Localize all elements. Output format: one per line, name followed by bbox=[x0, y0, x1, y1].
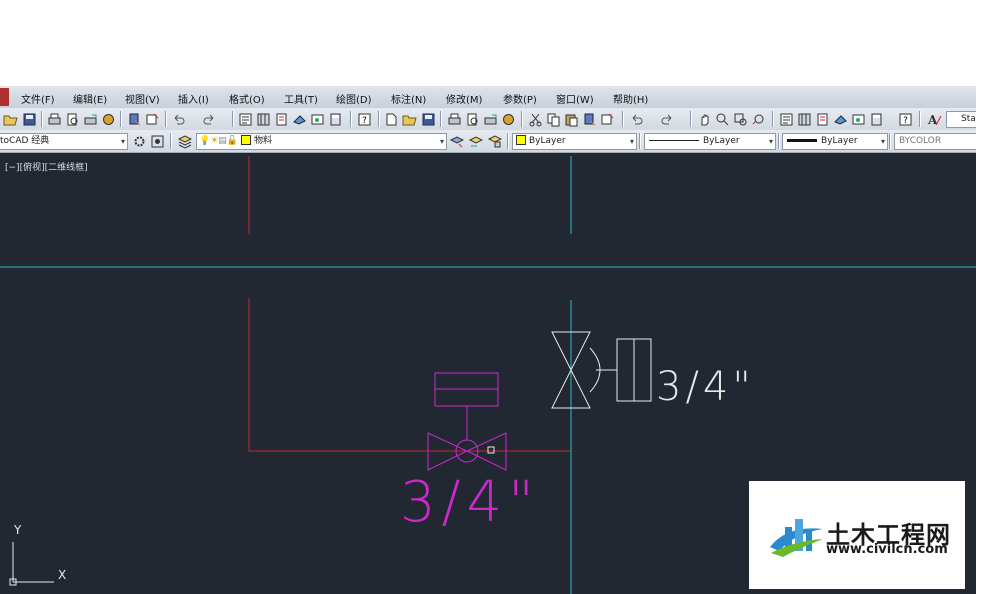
text-style-icon[interactable]: A bbox=[926, 111, 943, 128]
layer-previous-icon[interactable] bbox=[467, 133, 484, 150]
menu-parameter[interactable]: 参数(P) bbox=[503, 91, 537, 106]
layer-select[interactable]: 💡☀▤🔓 物料 ▾ bbox=[196, 133, 447, 150]
svg-text:?: ? bbox=[903, 116, 908, 126]
print-preview-icon[interactable] bbox=[64, 111, 81, 128]
paste-icon[interactable] bbox=[563, 111, 580, 128]
block-edit-icon[interactable] bbox=[599, 111, 616, 128]
publish-dwf-icon[interactable] bbox=[482, 111, 499, 128]
menu-window[interactable]: 窗口(W) bbox=[556, 91, 594, 106]
ucs-icon bbox=[9, 542, 54, 586]
design-center2-icon[interactable] bbox=[796, 111, 813, 128]
match-prop-icon[interactable] bbox=[581, 111, 598, 128]
redo2-icon[interactable] bbox=[659, 111, 676, 128]
standard-toolbar: ? ? A Sta bbox=[0, 108, 976, 131]
help-icon[interactable]: ? bbox=[356, 111, 373, 128]
watermark-logo: 土木工程网 www.civilcn.com bbox=[749, 481, 965, 589]
color-select[interactable]: ByLayer ▾ bbox=[512, 133, 637, 150]
zoom-window-icon[interactable] bbox=[732, 111, 749, 128]
3d-dwf-icon[interactable] bbox=[100, 111, 117, 128]
calculator-icon[interactable] bbox=[327, 111, 344, 128]
layers-toolbar: toCAD 经典 ▾ 💡☀▤🔓 物料 ▾ ByLayer ▾ ByLayer ▾ ByLa… bbox=[0, 130, 976, 153]
menu-view[interactable]: 视图(V) bbox=[125, 91, 160, 106]
red-pipe bbox=[248, 298, 571, 452]
menu-help[interactable]: 帮助(H) bbox=[613, 91, 648, 106]
redo-icon[interactable] bbox=[201, 111, 218, 128]
make-current-layer-icon[interactable] bbox=[448, 133, 465, 150]
ucs-y-label: Y bbox=[14, 523, 22, 537]
viewport-label[interactable]: [−][俯视][二维线框] bbox=[5, 160, 88, 173]
lineweight-select[interactable]: ByLayer ▾ bbox=[782, 133, 888, 150]
menu-tools[interactable]: 工具(T) bbox=[284, 91, 318, 106]
publish-icon[interactable] bbox=[82, 111, 99, 128]
tool-palette2-icon[interactable] bbox=[814, 111, 831, 128]
sheet-set2-icon[interactable] bbox=[832, 111, 849, 128]
markup2-icon[interactable] bbox=[850, 111, 867, 128]
menu-format[interactable]: 格式(O) bbox=[229, 91, 265, 106]
properties-icon[interactable] bbox=[237, 111, 254, 128]
menu-edit[interactable]: 编辑(E) bbox=[73, 91, 107, 106]
dimension-text-white: 3/4" bbox=[656, 364, 755, 410]
watermark-url: www.civilcn.com bbox=[826, 542, 948, 557]
open-file-icon[interactable] bbox=[401, 111, 418, 128]
workspace-select[interactable]: toCAD 经典 ▾ bbox=[0, 133, 128, 150]
undo2-icon[interactable] bbox=[628, 111, 645, 128]
tool-palettes-icon[interactable] bbox=[273, 111, 290, 128]
customize-icon[interactable] bbox=[149, 133, 166, 150]
menu-file[interactable]: 文件(F) bbox=[21, 91, 55, 106]
plot-preview-icon[interactable] bbox=[464, 111, 481, 128]
pan-icon[interactable] bbox=[696, 111, 713, 128]
menu-dimension[interactable]: 标注(N) bbox=[391, 91, 426, 106]
text-style-combo[interactable]: Sta bbox=[946, 111, 976, 128]
copy-icon[interactable] bbox=[545, 111, 562, 128]
zoom-realtime-icon[interactable] bbox=[714, 111, 731, 128]
menu-bar: 文件(F) 编辑(E) 视图(V) 插入(I) 格式(O) 工具(T) 绘图(D… bbox=[0, 86, 976, 109]
app-menu-button[interactable] bbox=[0, 88, 9, 106]
match-properties-icon[interactable] bbox=[126, 111, 143, 128]
3d-publish-icon[interactable] bbox=[500, 111, 517, 128]
calculator2-icon[interactable] bbox=[868, 111, 885, 128]
civilcn-logo-icon bbox=[770, 519, 823, 557]
white-valve-symbol bbox=[551, 331, 652, 409]
print-icon[interactable] bbox=[46, 111, 63, 128]
properties2-icon[interactable] bbox=[778, 111, 795, 128]
undo-icon[interactable] bbox=[170, 111, 187, 128]
dimension-text-magenta: 3/4" bbox=[400, 470, 540, 535]
block-editor-icon[interactable] bbox=[144, 111, 161, 128]
markup-icon[interactable] bbox=[309, 111, 326, 128]
cut-icon[interactable] bbox=[527, 111, 544, 128]
layer-state-icon[interactable] bbox=[486, 133, 503, 150]
open-folder-icon[interactable] bbox=[2, 111, 19, 128]
magenta-valve-symbol bbox=[427, 372, 507, 471]
linetype-select[interactable]: ByLayer ▾ bbox=[644, 133, 776, 150]
layer-properties-icon[interactable] bbox=[176, 133, 193, 150]
help2-icon[interactable]: ? bbox=[897, 111, 914, 128]
grip-marker bbox=[487, 446, 495, 454]
menu-modify[interactable]: 修改(M) bbox=[446, 91, 482, 106]
design-center-icon[interactable] bbox=[255, 111, 272, 128]
svg-text:?: ? bbox=[362, 116, 367, 126]
save-file-icon[interactable] bbox=[420, 111, 437, 128]
plotstyle-select[interactable]: BYCOLOR bbox=[894, 133, 976, 150]
zoom-previous-icon[interactable] bbox=[750, 111, 767, 128]
save-icon[interactable] bbox=[21, 111, 38, 128]
sheet-set-icon[interactable] bbox=[291, 111, 308, 128]
plot-icon[interactable] bbox=[446, 111, 463, 128]
menu-insert[interactable]: 插入(I) bbox=[178, 91, 209, 106]
workspace-settings-icon[interactable] bbox=[131, 133, 148, 150]
new-file-icon[interactable] bbox=[383, 111, 400, 128]
menu-draw[interactable]: 绘图(D) bbox=[336, 91, 372, 106]
ucs-x-label: X bbox=[58, 568, 67, 582]
